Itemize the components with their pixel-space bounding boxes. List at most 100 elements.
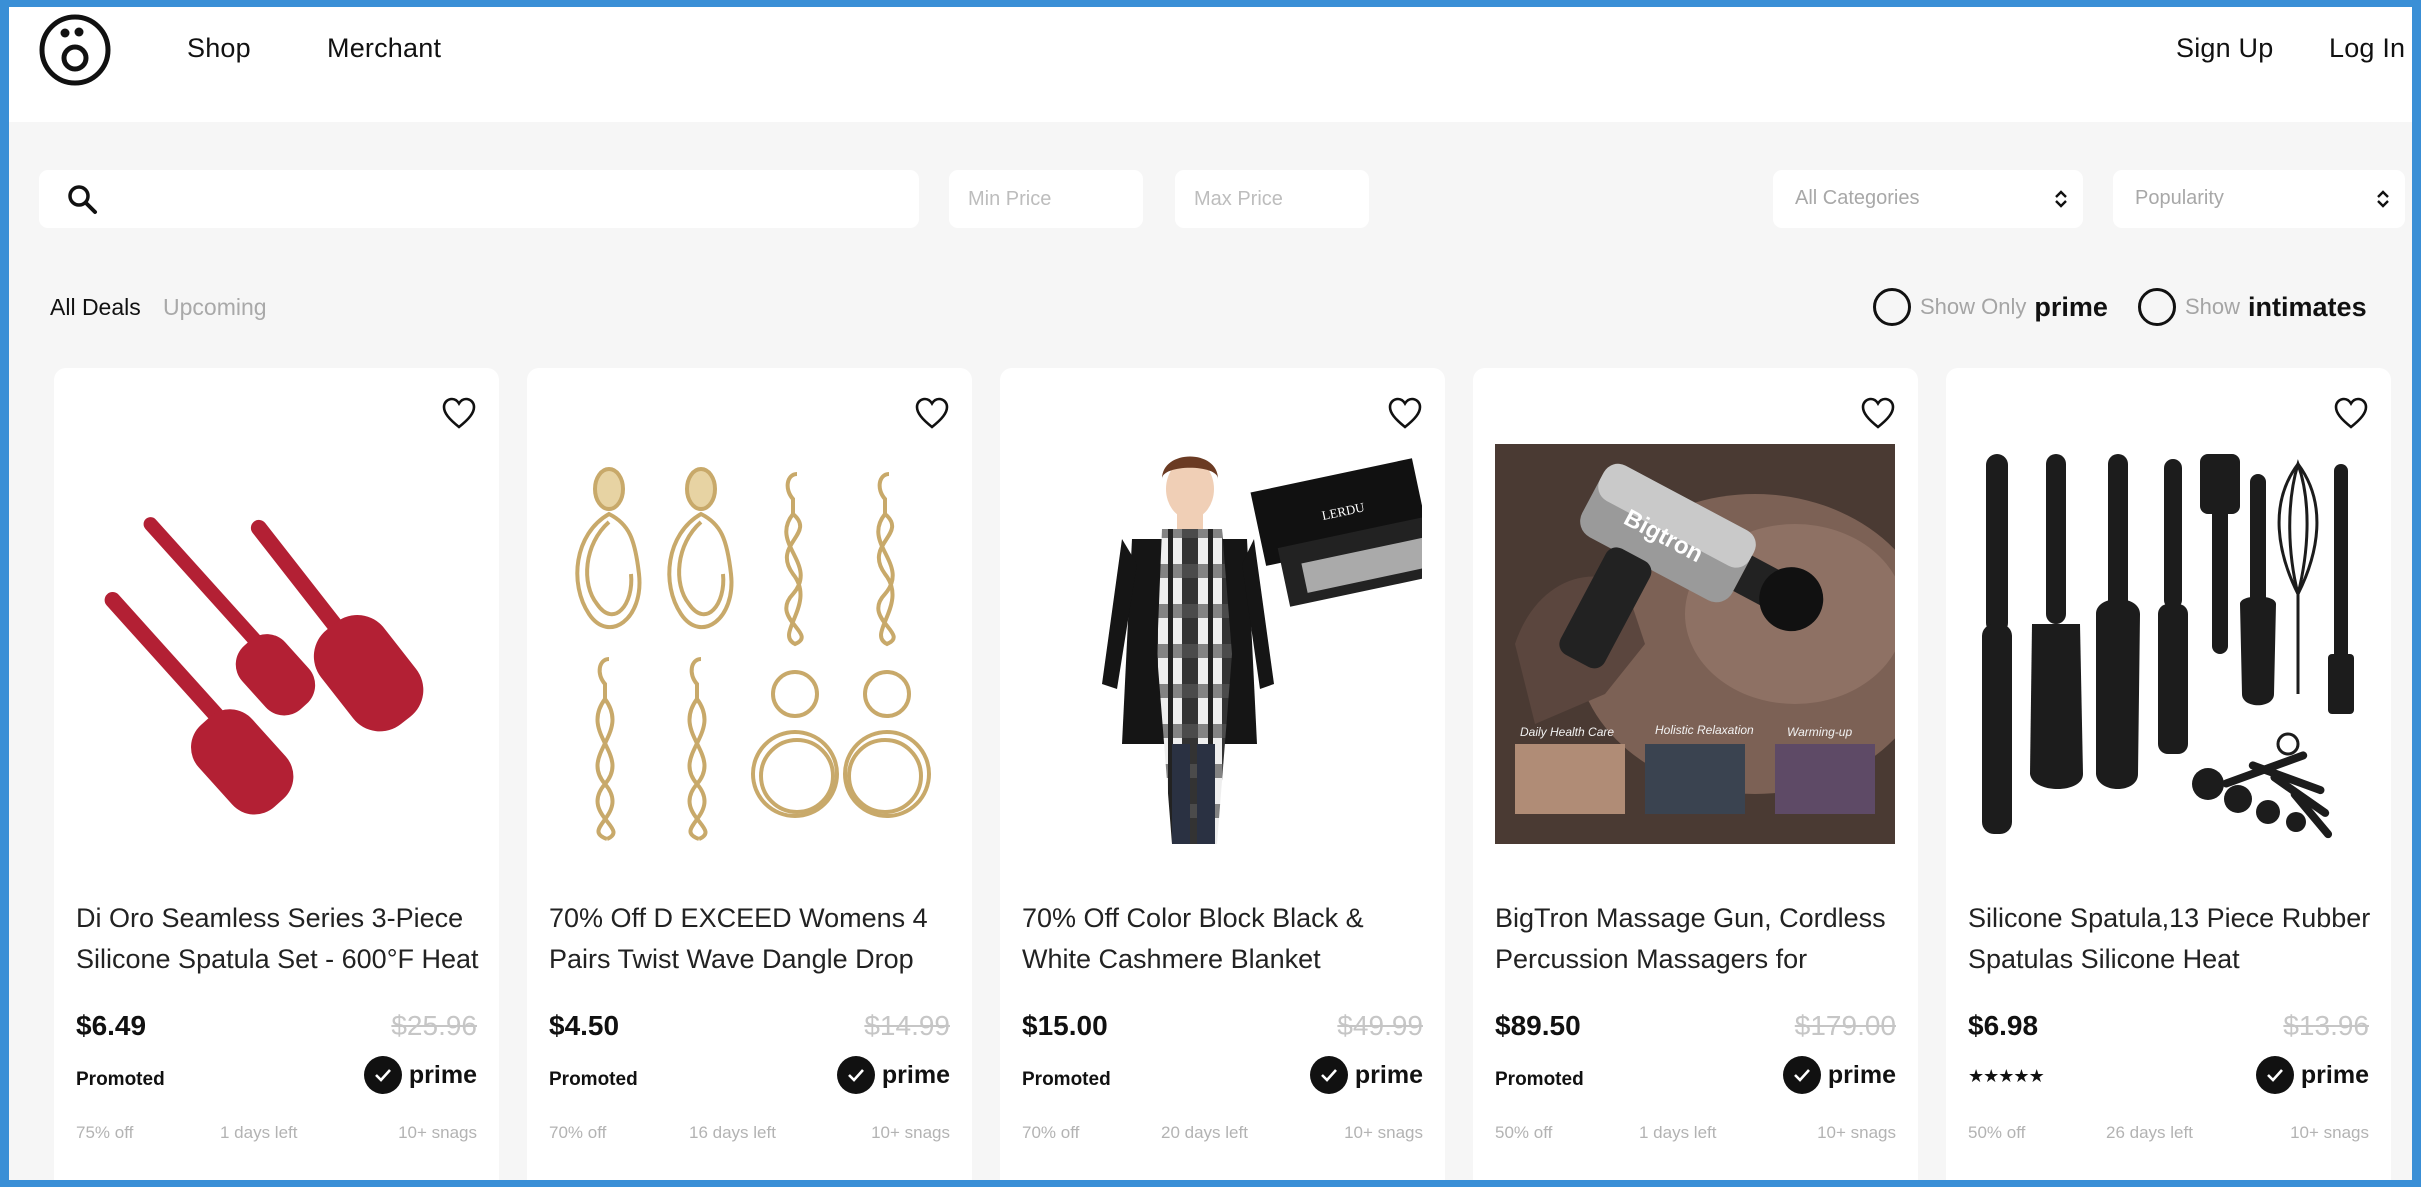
prime-badge: prime [363, 1056, 477, 1094]
snags-count: 10+ snags [398, 1123, 477, 1142]
prime-label: prime [2300, 1060, 2369, 1089]
max-price-input[interactable] [1175, 170, 1369, 228]
discount-percent: 70% off [1022, 1123, 1080, 1142]
check-icon [836, 1056, 875, 1094]
promoted-badge: Promoted [76, 1069, 165, 1090]
prime-badge: prime [836, 1056, 950, 1094]
original-price: $179.00 [1794, 1010, 1896, 1041]
deal-price: $6.49 [76, 1010, 147, 1041]
search-icon [68, 185, 97, 214]
heart-icon[interactable] [1860, 396, 1896, 430]
days-left: 16 days left [689, 1123, 776, 1142]
intimates-toggle[interactable]: Show intimates [2138, 287, 2367, 327]
prime-label: prime [881, 1060, 950, 1089]
discount-percent: 70% off [549, 1123, 607, 1142]
deal-price: $4.50 [549, 1010, 620, 1041]
prime-badge: prime [1309, 1056, 1423, 1094]
check-icon [363, 1056, 402, 1094]
days-left: 1 days left [220, 1123, 298, 1142]
log-in-link[interactable]: Log In [2329, 33, 2405, 64]
product-title[interactable]: Di Oro Seamless Series 3-Piece Silicone … [76, 898, 481, 988]
image-caption: Warming-up [1787, 725, 1852, 739]
original-price: $13.96 [2283, 1010, 2369, 1041]
deal-price: $6.98 [1968, 1010, 2039, 1041]
search-input[interactable] [111, 170, 901, 228]
nav-shop-link[interactable]: Shop [187, 33, 251, 64]
product-card[interactable]: Di Oro Seamless Series 3-Piece Silicone … [54, 368, 499, 1180]
sign-up-link[interactable]: Sign Up [2176, 33, 2273, 64]
heart-icon[interactable] [1387, 396, 1423, 430]
heart-icon[interactable] [441, 396, 477, 430]
image-caption: Holistic Relaxation [1655, 723, 1754, 737]
rating-stars: ★★★★★ [1968, 1066, 2045, 1087]
intimates-toggle-prefix: Show [2185, 294, 2241, 319]
product-card[interactable]: Silicone Spatula,13 Piece Rubber Spatula… [1946, 368, 2391, 1180]
prime-badge: prime [2255, 1056, 2369, 1094]
promoted-badge: Promoted [1495, 1069, 1584, 1090]
nav-merchant-link[interactable]: Merchant [327, 33, 441, 64]
promoted-badge: Promoted [549, 1069, 638, 1090]
discount-percent: 75% off [76, 1123, 134, 1142]
heart-icon[interactable] [914, 396, 950, 430]
deal-price: $89.50 [1495, 1010, 1581, 1041]
sort-select[interactable]: Popularity [2113, 170, 2405, 228]
star-icon: ★ [2028, 1066, 2045, 1086]
snags-count: 10+ snags [1817, 1123, 1896, 1142]
deal-price: $15.00 [1022, 1010, 1108, 1041]
brand-logo-icon[interactable] [37, 12, 113, 88]
product-title[interactable]: Silicone Spatula,13 Piece Rubber Spatula… [1968, 898, 2373, 988]
prime-toggle-radio[interactable] [1873, 288, 1911, 326]
check-icon [1309, 1056, 1348, 1094]
snags-count: 10+ snags [1344, 1123, 1423, 1142]
prime-label: prime [1827, 1060, 1896, 1089]
heart-icon[interactable] [2333, 396, 2369, 430]
intimates-toggle-word: intimates [2248, 291, 2367, 322]
original-price: $25.96 [391, 1010, 477, 1041]
product-title[interactable]: 70% Off D EXCEED Womens 4 Pairs Twist Wa… [549, 898, 954, 988]
days-left: 26 days left [2106, 1123, 2193, 1142]
min-price-input[interactable] [949, 170, 1143, 228]
product-card[interactable]: 70% Off D EXCEED Womens 4 Pairs Twist Wa… [527, 368, 972, 1180]
star-icon: ★ [1968, 1066, 1984, 1086]
product-image[interactable]: LERDU [1022, 444, 1422, 844]
check-icon [2255, 1056, 2294, 1094]
prime-badge: prime [1782, 1056, 1896, 1094]
image-caption: Daily Health Care [1520, 725, 1614, 739]
star-icon: ★ [1998, 1066, 2014, 1086]
prime-toggle-prefix: Show Only [1920, 294, 2027, 319]
star-icon: ★ [1983, 1066, 1999, 1086]
search-box[interactable] [39, 170, 919, 228]
snags-count: 10+ snags [871, 1123, 950, 1142]
top-navigation-bar: Shop Merchant Sign Up Log In [9, 7, 2412, 122]
snags-count: 10+ snags [2290, 1123, 2369, 1142]
prime-toggle-word: prime [2034, 291, 2108, 322]
category-select[interactable]: All Categories [1773, 170, 2083, 228]
sort-arrows-icon [2055, 190, 2067, 208]
prime-label: prime [1354, 1060, 1423, 1089]
sort-arrows-icon [2377, 190, 2389, 208]
promoted-badge: Promoted [1022, 1069, 1111, 1090]
sort-select-value: Popularity [2135, 187, 2224, 209]
product-image[interactable] [76, 444, 476, 844]
prime-label: prime [408, 1060, 477, 1089]
product-image[interactable] [549, 444, 949, 844]
product-title[interactable]: 70% Off Color Block Black & White Cashme… [1022, 898, 1427, 988]
product-image[interactable] [1968, 444, 2368, 844]
category-select-value: All Categories [1795, 187, 1920, 209]
product-title[interactable]: BigTron Massage Gun, Cordless Percussion… [1495, 898, 1900, 988]
original-price: $14.99 [864, 1010, 950, 1041]
prime-only-toggle[interactable]: Show Only prime [1873, 287, 2108, 327]
product-card[interactable]: Bigtron Daily Health Care Holistic Relax… [1473, 368, 1918, 1180]
discount-percent: 50% off [1968, 1123, 2026, 1142]
days-left: 20 days left [1161, 1123, 1248, 1142]
tab-all-deals[interactable]: All Deals [50, 294, 141, 321]
product-image[interactable]: Bigtron Daily Health Care Holistic Relax… [1495, 444, 1895, 844]
star-icon: ★ [2013, 1066, 2029, 1086]
product-card[interactable]: LERDU 70% Off Color Block Black & White … [1000, 368, 1445, 1180]
tab-upcoming[interactable]: Upcoming [163, 294, 267, 321]
discount-percent: 50% off [1495, 1123, 1553, 1142]
original-price: $49.99 [1337, 1010, 1423, 1041]
intimates-toggle-radio[interactable] [2138, 288, 2176, 326]
check-icon [1782, 1056, 1821, 1094]
app-frame: Shop Merchant Sign Up Log In All Categor… [9, 7, 2412, 1180]
